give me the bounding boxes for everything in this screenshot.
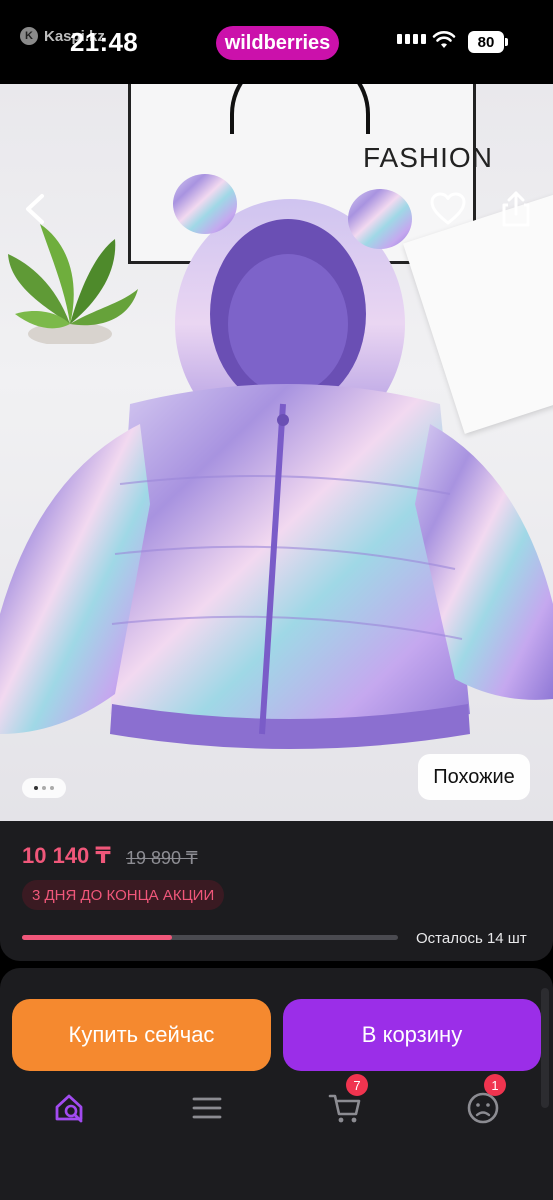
pager-dot-active (34, 786, 38, 790)
tab-catalog[interactable] (187, 1088, 227, 1128)
promo-badge: 3 ДНЯ ДО КОНЦА АКЦИИ (22, 880, 225, 910)
share-icon[interactable] (500, 190, 532, 228)
similar-button[interactable]: Похожие (418, 754, 530, 800)
profile-icon (467, 1092, 499, 1124)
wifi-icon (432, 31, 456, 48)
cart-icon (328, 1094, 361, 1123)
price-card: 10 140 ₸ 19 890 ₸ 3 ДНЯ ДО КОНЦА АКЦИИ О… (0, 821, 553, 961)
cart-count-badge: 7 (346, 1074, 368, 1096)
wildberries-logo: wildberries (216, 26, 339, 60)
battery-indicator: 80 (468, 31, 508, 53)
menu-icon (192, 1097, 222, 1119)
product-image[interactable]: FASHION (0, 84, 553, 821)
jacket-illustration (0, 174, 553, 749)
stock-remaining: Осталось 14 шт (416, 930, 527, 947)
favorite-heart-icon[interactable] (430, 192, 466, 226)
current-price: 10 140 ₸ (22, 843, 111, 868)
stock-progress-fill (22, 935, 173, 940)
pager-dot (50, 786, 54, 790)
cellular-signal-icon (397, 34, 426, 44)
back-button[interactable] (22, 192, 48, 226)
bag-handle (230, 84, 370, 134)
stock-progress-bar (22, 935, 398, 940)
kaspi-icon: K (20, 27, 38, 45)
status-bar: K Kaspi.kz 21:48 wildberries 80 (0, 0, 553, 84)
buy-now-button[interactable]: Купить сейчас (12, 999, 271, 1071)
profile-notification-badge: 1 (484, 1074, 506, 1096)
tab-home[interactable] (50, 1088, 90, 1128)
image-pager-dots (22, 778, 66, 798)
bottom-action-sheet: Купить сейчас В корзину 7 1 (0, 968, 553, 1200)
bag-print: FASHION (363, 142, 493, 173)
home-search-icon (55, 1094, 83, 1123)
old-price: 19 890 ₸ (126, 848, 198, 868)
tab-cart[interactable]: 7 (325, 1074, 368, 1128)
pager-dot (42, 786, 46, 790)
tab-profile[interactable]: 1 (463, 1074, 506, 1128)
status-time: 21:48 (70, 27, 138, 57)
tab-bar: 7 1 (0, 1074, 553, 1148)
add-to-cart-button[interactable]: В корзину (283, 999, 541, 1071)
